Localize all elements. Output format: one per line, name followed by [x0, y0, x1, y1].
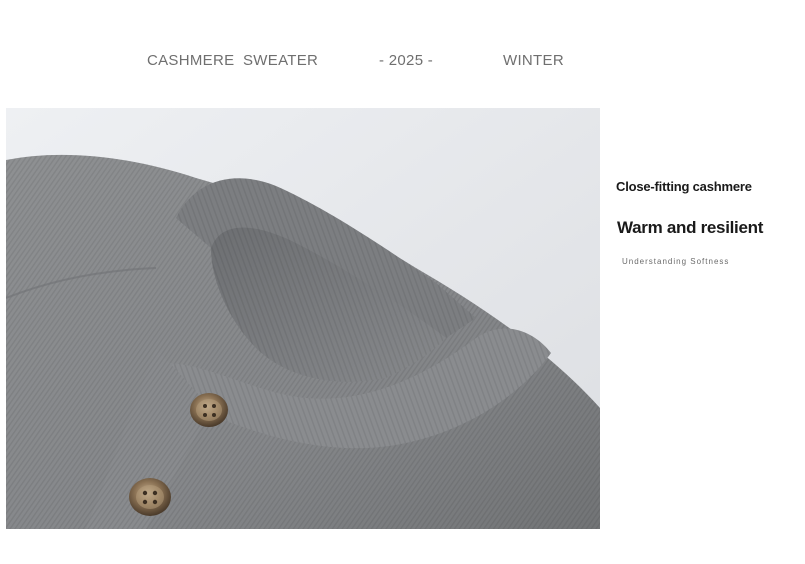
sweater-illustration	[6, 108, 600, 529]
header-winter: WINTER	[503, 52, 564, 69]
button-upper	[190, 393, 228, 427]
header-sweater: SWEATER	[243, 52, 319, 69]
feature-understanding-softness: Understanding Softness	[622, 257, 730, 266]
feature-close-fitting: Close-fitting cashmere	[616, 179, 752, 194]
feature-warm-resilient: Warm and resilient	[617, 218, 764, 237]
header: CASHMERE SWEATER - 2025 - WINTER	[0, 52, 805, 74]
header-year: - 2025 -	[379, 52, 434, 69]
header-cashmere: CASHMERE	[147, 52, 235, 69]
button-lower	[129, 478, 171, 516]
product-photo	[6, 108, 600, 529]
